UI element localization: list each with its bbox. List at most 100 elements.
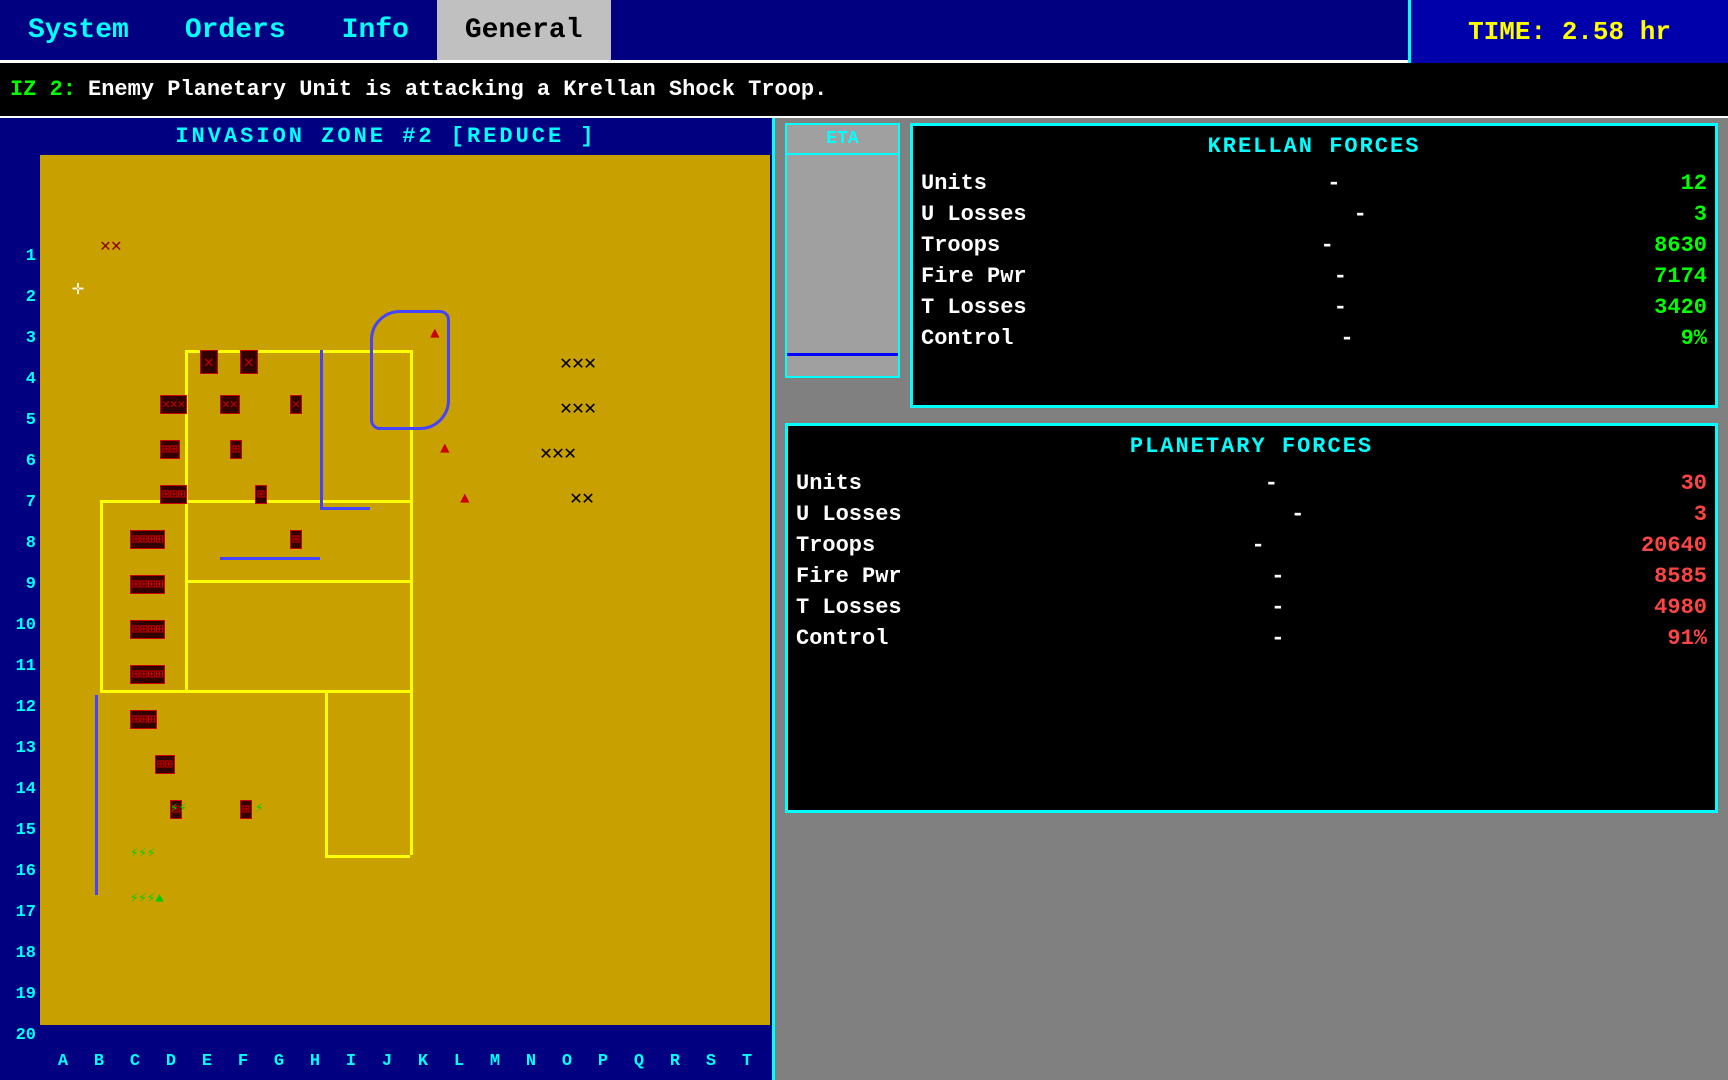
stat-value: 8585: [1654, 564, 1707, 589]
border-line: [410, 580, 413, 690]
stat-label: T Losses: [796, 595, 902, 620]
stat-dash: -: [1271, 595, 1284, 620]
unit-marker: ⊞: [230, 440, 242, 459]
stat-row: Fire Pwr-8585: [796, 564, 1707, 589]
stat-label: U Losses: [921, 202, 1027, 227]
unit-marker: ✕: [200, 350, 218, 374]
stat-dash: -: [1291, 502, 1304, 527]
row-number: 16: [0, 851, 40, 892]
row-number: 4: [0, 359, 40, 400]
unit-marker: ✕✕✕: [540, 440, 576, 466]
stat-row: Units-12: [921, 171, 1707, 196]
col-letter: K: [405, 1052, 441, 1071]
unit-marker: ▲: [460, 490, 470, 508]
krellan-stats: Units-12U Losses-3Troops-8630Fire Pwr-71…: [921, 171, 1707, 351]
map-container[interactable]: ✕✕ ✕ ✕ ✕✕✕ ✕✕ ✕ ⊞⊞ ⊞ ⊞⊞⊞ ⊞ ⊞⊞⊞⊞ ⊞ ⊞⊞⊞⊞ ⊞…: [40, 155, 770, 1025]
col-letter: G: [261, 1052, 297, 1071]
row-number: 11: [0, 646, 40, 687]
krellan-forces-panel: KRELLAN FORCES Units-12U Losses-3Troops-…: [910, 123, 1718, 408]
unit-marker: ✕✕✕: [560, 350, 596, 376]
stat-dash: -: [1252, 533, 1265, 558]
unit-marker: ⊞⊞⊞⊞: [130, 620, 165, 639]
unit-marker: ⊞⊞⊞⊞: [130, 665, 165, 684]
stat-value: 20640: [1641, 533, 1707, 558]
stat-value: 7174: [1654, 264, 1707, 289]
border-line: [185, 580, 410, 583]
unit-marker: ⚡⚡⚡: [130, 845, 155, 862]
planetary-forces-panel: PLANETARY FORCES Units-30U Losses-3Troop…: [785, 423, 1718, 813]
col-letter: D: [153, 1052, 189, 1071]
stat-label: U Losses: [796, 502, 902, 527]
river-element: [320, 350, 370, 510]
eta-content: [787, 153, 898, 353]
row-numbers: 1234567891011121314151617181920: [0, 236, 40, 1042]
unit-marker: ✕✕: [570, 485, 594, 511]
row-number: 1: [0, 236, 40, 277]
unit-marker: ✕: [290, 395, 302, 414]
menu-orders[interactable]: Orders: [157, 0, 314, 60]
row-number: 13: [0, 728, 40, 769]
stat-row: Fire Pwr-7174: [921, 264, 1707, 289]
status-label: IZ 2:: [10, 77, 76, 102]
stat-dash: -: [1334, 264, 1347, 289]
unit-marker: ⊞⊞: [160, 440, 180, 459]
menu-system[interactable]: System: [0, 0, 157, 60]
right-panel: ETA KRELLAN FORCES Units-12U Losses-3Tro…: [775, 118, 1728, 1080]
unit-marker: ✕✕: [100, 235, 122, 257]
row-number: 5: [0, 400, 40, 441]
stat-dash: -: [1327, 171, 1340, 196]
eta-line: [787, 353, 898, 356]
col-letters: ABCDEFGHIJKLMNOPQRST: [40, 1042, 770, 1080]
planetary-stats: Units-30U Losses-3Troops-20640Fire Pwr-8…: [796, 471, 1707, 651]
menu-info[interactable]: Info: [314, 0, 437, 60]
stat-row: Troops - 20640: [796, 533, 1707, 558]
river-element: [220, 510, 320, 560]
unit-marker: ✕: [240, 350, 258, 374]
col-letter: F: [225, 1052, 261, 1071]
unit-marker: ⊞⊞⊞: [130, 710, 157, 729]
stat-dash: -: [1271, 564, 1284, 589]
row-number: 14: [0, 769, 40, 810]
menu-bar: System Orders Info General TIME: 2.58 hr: [0, 0, 1728, 63]
col-letter: C: [117, 1052, 153, 1071]
col-letter: I: [333, 1052, 369, 1071]
unit-marker: ⊞: [290, 530, 302, 549]
row-number: 6: [0, 441, 40, 482]
unit-marker: ⊞: [240, 800, 252, 819]
col-letter: L: [441, 1052, 477, 1071]
stat-row: U Losses-3: [796, 502, 1707, 527]
stat-value: 91%: [1667, 626, 1707, 651]
row-number: 9: [0, 564, 40, 605]
planetary-title: PLANETARY FORCES: [796, 434, 1707, 459]
krellan-title: KRELLAN FORCES: [921, 134, 1707, 159]
unit-marker: ✕✕✕: [560, 395, 596, 421]
time-label: TIME:: [1468, 17, 1546, 47]
stat-label: Units: [796, 471, 862, 496]
unit-marker: ▲: [440, 440, 450, 458]
status-bar: IZ 2: Enemy Planetary Unit is attacking …: [0, 63, 1728, 118]
col-letter: R: [657, 1052, 693, 1071]
stat-row: Control-9%: [921, 326, 1707, 351]
row-number: 7: [0, 482, 40, 523]
row-number: 3: [0, 318, 40, 359]
col-letter: O: [549, 1052, 585, 1071]
stat-label: Control: [796, 626, 888, 651]
unit-marker: ⊞⊞⊞⊞: [130, 575, 165, 594]
stat-label: Troops: [921, 233, 1000, 258]
col-letter: J: [369, 1052, 405, 1071]
border-line: [185, 500, 410, 503]
time-value: 2.58 hr: [1562, 17, 1671, 47]
unit-marker: ⊞⊞⊞⊞: [130, 530, 165, 549]
row-number: 19: [0, 974, 40, 1015]
stat-label: Troops: [796, 533, 875, 558]
unit-marker: ⚡⚡: [170, 800, 187, 817]
row-number: 12: [0, 687, 40, 728]
col-letter: B: [81, 1052, 117, 1071]
border-line: [325, 855, 410, 858]
border-line: [325, 690, 328, 855]
col-letter: N: [513, 1052, 549, 1071]
stat-row: Troops-8630: [921, 233, 1707, 258]
unit-marker: ✕✕✕: [160, 395, 187, 414]
col-letter: M: [477, 1052, 513, 1071]
menu-general[interactable]: General: [437, 0, 611, 60]
